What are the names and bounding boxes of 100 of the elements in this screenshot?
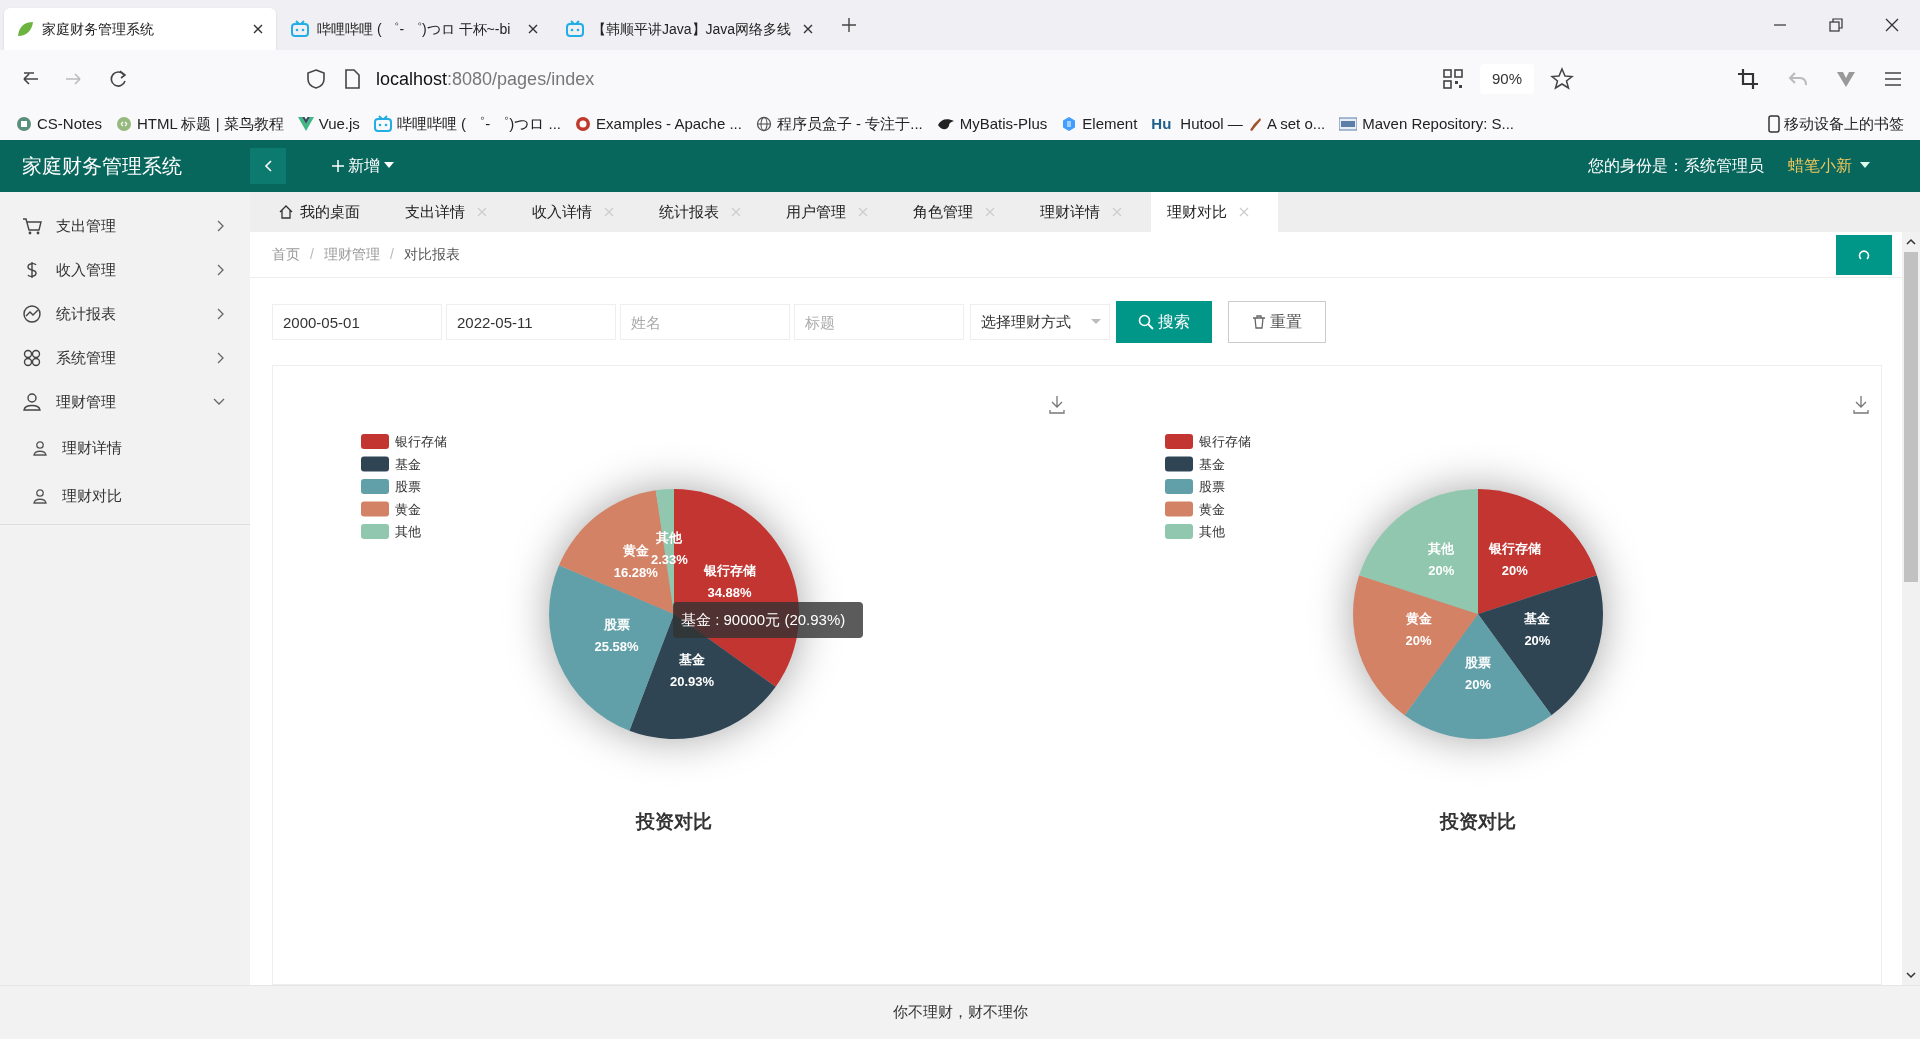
tab-title: 哔哩哔哩 ( ゜- ゜)つロ 干杯~-bi <box>317 19 512 39</box>
sidebar-item[interactable]: 收入管理 <box>0 248 250 292</box>
shield-icon <box>304 67 328 91</box>
bookmark[interactable]: Examples - Apache ... <box>575 112 742 136</box>
pie-slice[interactable] <box>1478 489 1597 614</box>
slice-label: 黄金 <box>1405 611 1432 627</box>
legend-label: 黄金 <box>1199 501 1225 517</box>
page-tab[interactable]: 用户管理 <box>770 192 897 232</box>
sidebar-subitem[interactable]: 理财详情 <box>0 424 250 472</box>
legend-item[interactable]: 基金 <box>361 456 421 472</box>
legend-item[interactable]: 黄金 <box>1165 501 1225 517</box>
legend-item[interactable]: 基金 <box>1165 456 1225 472</box>
page-tab[interactable]: 理财对比 <box>1151 192 1278 232</box>
legend-item[interactable]: 银行存储 <box>1165 434 1251 449</box>
browser-tab[interactable]: 家庭财务管理系统 <box>4 8 276 50</box>
plus-icon <box>332 160 344 172</box>
slice-label: 黄金 <box>622 542 649 558</box>
slice-value: 20.93% <box>669 673 715 689</box>
legend-label: 基金 <box>395 456 421 472</box>
person-icon <box>32 488 48 504</box>
page-tab[interactable]: 角色管理 <box>897 192 1024 232</box>
collapse-button[interactable] <box>250 148 286 184</box>
legend-item[interactable]: 其他 <box>361 524 421 539</box>
legend-item[interactable]: 股票 <box>361 479 421 494</box>
input-field[interactable]: 2000-05-01 <box>272 304 442 340</box>
ring-icon <box>575 116 592 132</box>
notes-icon <box>16 116 32 132</box>
legend-item[interactable]: 其他 <box>1165 524 1225 539</box>
slice-label: 股票 <box>1465 654 1491 670</box>
select-field[interactable]: 选择理财方式 <box>970 304 1110 340</box>
slice-label: 其他 <box>1428 541 1455 557</box>
globe-icon <box>755 116 772 132</box>
sidebar-subitem[interactable]: 理财对比 <box>0 472 250 520</box>
bookmark[interactable]: MyBatis-Plus <box>936 112 1048 136</box>
legend-label: 银行存储 <box>395 434 447 449</box>
zoom-level[interactable]: 90% <box>1479 63 1534 95</box>
phone-icon <box>1768 115 1780 133</box>
browser-tab[interactable]: 哔哩哔哩 ( ゜- ゜)つロ 干杯~-bi <box>279 8 551 50</box>
bookmark[interactable]: CS-Notes <box>16 112 103 136</box>
sidebar-item[interactable]: 支出管理 <box>0 204 250 248</box>
brush-icon <box>1247 116 1262 132</box>
legend-item[interactable]: 银行存储 <box>361 434 447 449</box>
download-icon[interactable] <box>1853 395 1869 414</box>
legend-item[interactable]: 黄金 <box>361 501 421 517</box>
legend-item[interactable]: 股票 <box>1165 479 1225 494</box>
page-tab[interactable]: 收入详情 <box>516 192 643 232</box>
plus-icon[interactable] <box>841 17 857 33</box>
bookmark[interactable]: Hu Hutool — A set o... <box>1151 112 1326 136</box>
address-field[interactable]: localhost:8080/pages/index <box>376 65 595 93</box>
sidebar-item[interactable]: 系统管理 <box>0 336 250 380</box>
page-tab[interactable]: 统计报表 <box>643 192 770 232</box>
scrollbar[interactable] <box>1902 232 1920 985</box>
trash-icon <box>1252 315 1266 329</box>
badge-icon <box>1339 117 1358 131</box>
sidebar-item[interactable]: 统计报表 <box>0 292 250 336</box>
input-field[interactable]: 2022-05-11 <box>446 304 616 340</box>
hexagon-icon <box>1061 116 1078 132</box>
bookmark[interactable]: Vue.js <box>297 112 360 136</box>
close-icon <box>731 207 741 217</box>
caret-icon <box>1860 162 1870 170</box>
search-button[interactable]: 搜索 <box>1116 301 1212 343</box>
bookmark[interactable]: Maven Repository: S... <box>1339 112 1514 136</box>
user-menu[interactable]: 蜡笔小新 <box>1788 154 1870 178</box>
star-icon <box>1550 67 1574 91</box>
chart-title: 投资对比 <box>636 811 712 832</box>
input-field[interactable]: 标题 <box>794 304 964 340</box>
four-circles-icon <box>22 348 42 368</box>
close-icon[interactable] <box>1885 18 1899 32</box>
new-menu-button[interactable]: 新增 <box>332 154 394 178</box>
legend-label: 黄金 <box>395 501 421 517</box>
bookmark[interactable]: HTML 标题 | 菜鸟教程 <box>116 112 284 136</box>
download-icon[interactable] <box>1049 395 1065 414</box>
page-tab[interactable]: 理财详情 <box>1024 192 1151 232</box>
reset-button[interactable]: 重置 <box>1228 301 1326 343</box>
pie-slice[interactable] <box>1404 614 1552 739</box>
chevron-down-icon <box>212 397 226 407</box>
bookmark[interactable]: 程序员盒子 - 专注于... <box>755 112 923 136</box>
breadcrumb-link[interactable]: 对比报表 <box>403 244 460 265</box>
page-tab[interactable]: 我的桌面 <box>262 192 389 232</box>
chart-title: 投资对比 <box>1440 811 1516 832</box>
restore-icon[interactable] <box>1829 18 1843 32</box>
close-icon <box>252 23 264 35</box>
legend-label: 银行存储 <box>1199 434 1251 449</box>
input-field[interactable]: 姓名 <box>620 304 790 340</box>
tab-title: 家庭财务管理系统 <box>42 19 155 39</box>
bookmark[interactable]: Element <box>1061 112 1138 136</box>
slice-label: 银行存储 <box>703 563 756 579</box>
v-logo-icon <box>297 116 314 132</box>
chevron-right-icon <box>216 351 226 365</box>
bookmark[interactable]: 哔哩哔哩 ( ゜- ゜)つロ ... <box>373 112 562 136</box>
refresh-button[interactable] <box>1836 234 1892 275</box>
logo-text: Hu <box>1151 113 1172 134</box>
close-icon <box>1112 207 1122 217</box>
crop-icon <box>1736 67 1760 91</box>
slice-label: 银行存储 <box>1488 541 1541 557</box>
browser-tab[interactable]: 【韩顺平讲Java】Java网络多线 <box>554 8 826 50</box>
page-tab[interactable]: 支出详情 <box>389 192 516 232</box>
sidebar-item[interactable]: 理财管理 <box>0 380 250 424</box>
minimize-icon[interactable] <box>1773 24 1787 26</box>
bookmark[interactable]: 移动设备上的书签 <box>1768 112 1904 136</box>
